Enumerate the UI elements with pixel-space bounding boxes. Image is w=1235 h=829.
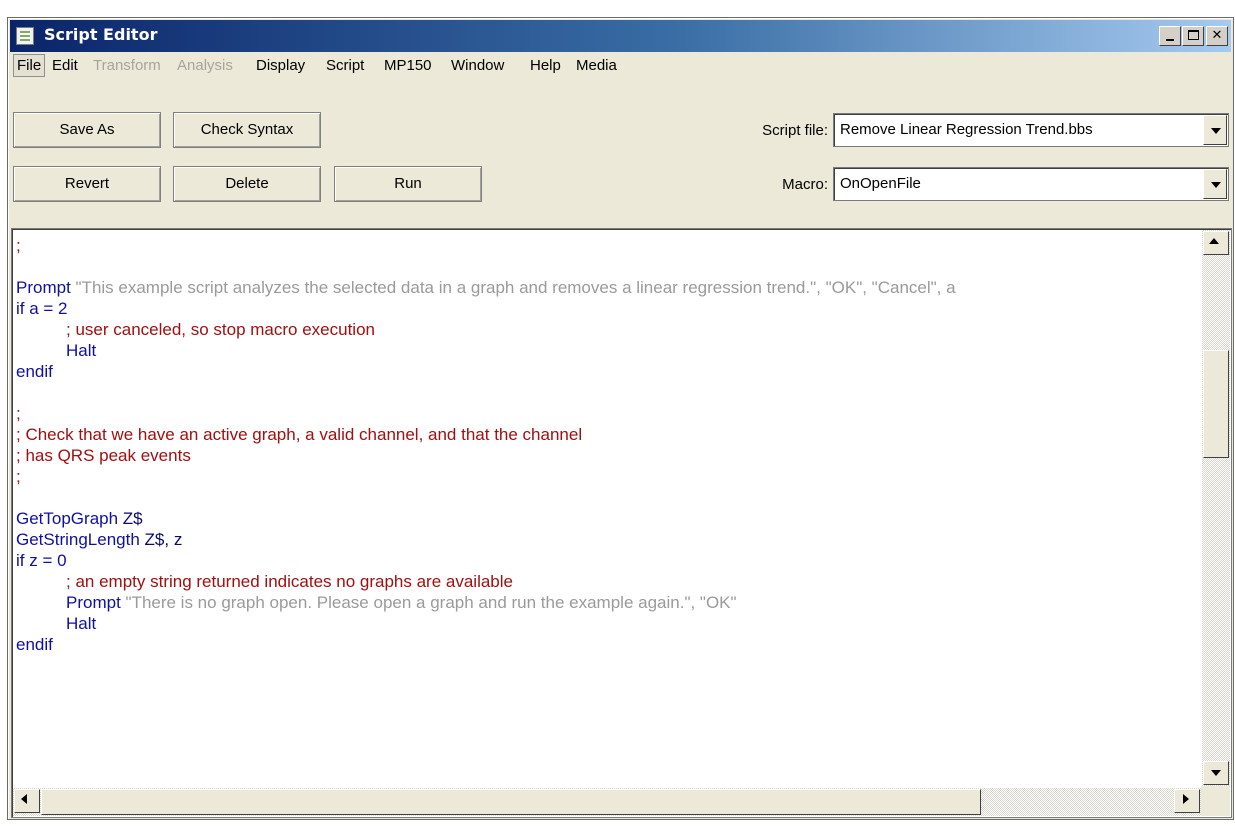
- code-line[interactable]: ;: [16, 235, 1199, 256]
- scroll-left-button[interactable]: [14, 789, 40, 813]
- menu-display[interactable]: Display: [256, 57, 305, 74]
- macro-value: OnOpenFile: [840, 175, 921, 192]
- code-keyword: Halt: [66, 614, 97, 633]
- scroll-up-arrow-icon: [1209, 238, 1219, 244]
- delete-button[interactable]: Delete: [173, 166, 321, 202]
- macro-select[interactable]: OnOpenFile: [833, 167, 1229, 201]
- code-keyword: Halt: [66, 341, 97, 360]
- code-line[interactable]: Prompt "This example script analyzes the…: [16, 277, 1199, 298]
- code-keyword: Prompt: [66, 593, 121, 612]
- code-keyword: GetTopGraph: [16, 509, 119, 528]
- code-text: Z$, z: [139, 530, 183, 549]
- macro-label: Macro:: [782, 176, 828, 193]
- minimize-icon: [1166, 39, 1174, 41]
- scrollbar-corner: [1201, 786, 1230, 816]
- vertical-scrollbar[interactable]: [1202, 230, 1230, 786]
- code-line[interactable]: ; Check that we have an active graph, a …: [16, 424, 1199, 445]
- check-syntax-button[interactable]: Check Syntax: [173, 112, 321, 148]
- code-line[interactable]: ;: [16, 403, 1199, 424]
- code-line[interactable]: [16, 256, 1199, 277]
- scroll-left-arrow-icon: [21, 794, 27, 804]
- code-string: "There is no graph open. Please open a g…: [120, 593, 737, 612]
- revert-button[interactable]: Revert: [13, 166, 161, 202]
- code-line[interactable]: endif: [16, 361, 1199, 382]
- code-text: Z$: [118, 509, 143, 528]
- window-title: Script Editor: [44, 25, 158, 44]
- code-keyword: Prompt: [16, 278, 71, 297]
- code-keyword: endif: [16, 362, 53, 381]
- code-keyword: if a = 2: [16, 299, 68, 318]
- vertical-scroll-thumb[interactable]: [1203, 350, 1229, 458]
- code-comment: ; an empty string returned indicates no …: [66, 572, 513, 591]
- script-code-editor[interactable]: ; Prompt "This example script analyzes th…: [11, 228, 1232, 818]
- menu-transform[interactable]: Transform: [93, 57, 161, 74]
- scroll-right-arrow-icon: [1183, 794, 1189, 804]
- code-line[interactable]: GetStringLength Z$, z: [16, 529, 1199, 550]
- code-line[interactable]: [16, 382, 1199, 403]
- menu-media[interactable]: Media: [576, 57, 617, 74]
- menu-file[interactable]: File: [13, 54, 46, 77]
- code-line[interactable]: ; has QRS peak events: [16, 445, 1199, 466]
- minimize-button[interactable]: [1159, 26, 1181, 46]
- code-keyword: endif: [16, 635, 53, 654]
- code-text-area[interactable]: ; Prompt "This example script analyzes th…: [16, 235, 1199, 655]
- code-comment: ;: [16, 404, 21, 423]
- menu-help[interactable]: Help: [530, 57, 561, 74]
- run-button[interactable]: Run: [334, 166, 482, 202]
- menu-script[interactable]: Script: [326, 57, 364, 74]
- code-comment: ;: [16, 236, 21, 255]
- chevron-down-icon: [1211, 128, 1221, 134]
- script-file-value: Remove Linear Regression Trend.bbs: [840, 121, 1093, 138]
- code-keyword: if z = 0: [16, 551, 67, 570]
- code-comment: ;: [16, 467, 21, 486]
- code-line[interactable]: Halt: [16, 340, 1199, 361]
- maximize-button[interactable]: [1182, 26, 1204, 46]
- close-icon: ✕: [1211, 28, 1223, 43]
- menu-mp150[interactable]: MP150: [384, 57, 432, 74]
- code-comment: ; user canceled, so stop macro execution: [66, 320, 375, 339]
- code-line[interactable]: ; an empty string returned indicates no …: [16, 571, 1199, 592]
- macro-dropdown-button[interactable]: [1203, 169, 1227, 199]
- code-keyword: GetStringLength: [16, 530, 140, 549]
- close-button[interactable]: ✕: [1206, 26, 1228, 46]
- script-editor-app-icon: [16, 27, 34, 45]
- code-line[interactable]: ;: [16, 466, 1199, 487]
- chevron-down-icon: [1211, 182, 1221, 188]
- menu-edit[interactable]: Edit: [52, 57, 78, 74]
- code-string: "This example script analyzes the select…: [70, 278, 956, 297]
- code-line[interactable]: ; user canceled, so stop macro execution: [16, 319, 1199, 340]
- scroll-down-arrow-icon: [1211, 770, 1221, 776]
- code-line[interactable]: endif: [16, 634, 1199, 655]
- menu-window[interactable]: Window: [451, 57, 504, 74]
- script-file-dropdown-button[interactable]: [1203, 115, 1227, 145]
- menu-analysis[interactable]: Analysis: [177, 57, 233, 74]
- code-line[interactable]: [16, 487, 1199, 508]
- script-file-label: Script file:: [762, 122, 828, 139]
- scroll-down-button[interactable]: [1203, 761, 1229, 785]
- scroll-up-button[interactable]: [1203, 231, 1229, 255]
- title-bar[interactable]: Script Editor ✕: [10, 20, 1231, 52]
- save-as-button[interactable]: Save As: [13, 112, 161, 148]
- script-file-select[interactable]: Remove Linear Regression Trend.bbs: [833, 113, 1229, 147]
- maximize-icon: [1188, 30, 1199, 40]
- horizontal-scrollbar[interactable]: [13, 788, 1201, 816]
- scroll-right-button[interactable]: [1174, 789, 1200, 813]
- code-comment: ; has QRS peak events: [16, 446, 191, 465]
- code-line[interactable]: Prompt "There is no graph open. Please o…: [16, 592, 1199, 613]
- code-line[interactable]: Halt: [16, 613, 1199, 634]
- script-editor-window: Script Editor ✕ File Edit Transform Anal…: [7, 17, 1234, 820]
- code-line[interactable]: GetTopGraph Z$: [16, 508, 1199, 529]
- code-line[interactable]: if z = 0: [16, 550, 1199, 571]
- code-comment: ; Check that we have an active graph, a …: [16, 425, 583, 444]
- menu-bar: File Edit Transform Analysis Display Scr…: [10, 53, 1231, 79]
- code-line[interactable]: if a = 2: [16, 298, 1199, 319]
- horizontal-scroll-thumb[interactable]: [41, 789, 981, 815]
